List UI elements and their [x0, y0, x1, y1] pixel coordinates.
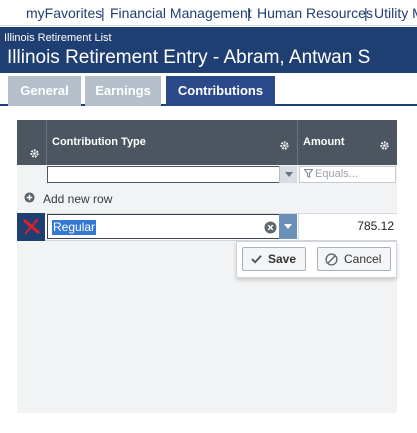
- nav-separator: |: [247, 5, 251, 21]
- tab-contributions[interactable]: Contributions: [166, 76, 275, 106]
- chevron-down-icon: [285, 172, 293, 177]
- plus-circle-icon: [24, 192, 35, 203]
- breadcrumb[interactable]: Illinois Retirement List: [4, 32, 112, 44]
- checkmark-icon: [251, 255, 262, 264]
- gear-icon[interactable]: [279, 140, 290, 151]
- contribution-type-value: Regular: [52, 220, 97, 235]
- contribution-type-filter[interactable]: [47, 166, 297, 183]
- filter-icon: [303, 169, 314, 178]
- page-header: Illinois Retirement List Illinois Retire…: [0, 27, 417, 73]
- cancel-icon: [325, 253, 338, 266]
- page-title: Illinois Retirement Entry - Abram, Antwa…: [7, 47, 371, 68]
- amount-cell[interactable]: 785.12: [298, 214, 397, 239]
- nav-link-human-resources[interactable]: Human Resources: [257, 5, 373, 21]
- nav-link-financial-management[interactable]: Financial Management: [110, 5, 252, 21]
- grid-settings-column: [17, 120, 46, 165]
- tab-general[interactable]: General: [8, 76, 81, 106]
- add-new-row-label: Add new row: [43, 192, 113, 206]
- column-label: Amount: [303, 136, 345, 148]
- clear-icon[interactable]: [264, 221, 277, 234]
- delete-x-icon: [23, 218, 40, 235]
- contribution-type-input[interactable]: Regular: [47, 214, 296, 239]
- tab-bar: General Earnings Contributions: [0, 73, 417, 106]
- row-edit-panel: Save Cancel: [236, 241, 397, 278]
- column-header-contribution-type[interactable]: Contribution Type: [47, 120, 297, 165]
- delete-row-button[interactable]: [17, 213, 45, 241]
- column-header-amount[interactable]: Amount: [298, 120, 397, 165]
- nav-separator: |: [364, 5, 368, 21]
- nav-link-myfavorites[interactable]: myFavorites: [26, 5, 102, 21]
- save-label: Save: [268, 252, 297, 266]
- tab-earnings[interactable]: Earnings: [85, 76, 161, 106]
- cancel-button[interactable]: Cancel: [317, 247, 391, 271]
- cancel-label: Cancel: [344, 252, 382, 266]
- nav-link-utility[interactable]: Utility M: [374, 5, 417, 21]
- chevron-down-icon: [284, 224, 292, 229]
- amount-filter-placeholder: Equals...: [315, 168, 358, 180]
- column-label: Contribution Type: [52, 136, 146, 148]
- contribution-type-dropdown-button[interactable]: [279, 214, 297, 239]
- grid-header: Contribution Type Amount: [17, 120, 397, 165]
- gear-icon[interactable]: [379, 140, 390, 151]
- nav-separator: |: [101, 5, 105, 21]
- save-button[interactable]: Save: [242, 247, 306, 271]
- gear-icon[interactable]: [29, 148, 40, 159]
- filter-dropdown-button[interactable]: [279, 166, 297, 183]
- amount-filter-input[interactable]: Equals...: [299, 166, 396, 183]
- top-nav-bar: myFavorites | Financial Management | Hum…: [0, 0, 417, 26]
